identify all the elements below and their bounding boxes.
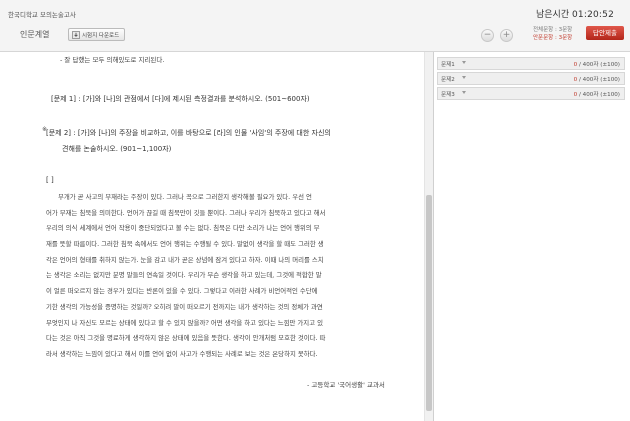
question-2-line: 견해를 논술하시오. (901~1,100자) xyxy=(62,144,172,153)
char-limit: / 400자 (±100) xyxy=(577,62,620,68)
download-label: 시험지 다운로드 xyxy=(82,32,120,39)
app-title: 한국디학교 모의논술고사 xyxy=(8,11,76,19)
passage-line: 이 얼른 떠오르지 않는 경우가 있다는 반론이 있을 수 있다. 그렇다고 이… xyxy=(46,287,318,296)
reference-mark: ※ xyxy=(42,126,48,133)
char-count: 0 / 400자 (±100) xyxy=(574,90,620,98)
dropdown-caret-icon xyxy=(462,91,466,94)
passage-line: 재를 뜻할 따름이다. 그러한 침묵 속에서도 언어 행위는 수행될 수 있다.… xyxy=(46,240,324,249)
exam-category: 인문계열 xyxy=(20,30,50,39)
dropdown-caret-icon xyxy=(462,61,466,64)
char-count: 0 / 400자 (±100) xyxy=(574,75,620,83)
zoom-in-icon[interactable]: + xyxy=(500,29,513,42)
zoom-out-icon[interactable]: − xyxy=(481,29,494,42)
passage-line: 무엇인지 나 자신도 모르는 상태에 있다고 할 수 있지 않을까? 어떤 생각… xyxy=(46,318,323,327)
exam-paper-panel: - 잘 답했는 모두 의해있도로 지리된다. [문제 1] : [가]와 [나]… xyxy=(0,52,434,421)
passage-line: 는 생각은 소리는 없지만 분명 말들의 연속일 것이다. 우리가 무슨 생각을… xyxy=(46,271,322,280)
answer-row-3[interactable]: 문제3 0 / 400자 (±100) xyxy=(437,87,625,100)
total-questions: 전체문항 : 3문항 xyxy=(533,27,573,33)
answer-panel: 문제1 0 / 400자 (±100) 문제2 0 / 400자 (±100) … xyxy=(435,52,630,421)
question-2: ※ [문제 2] : [가]와 [나]의 주장을 비교하고, 이를 바탕으로 [… xyxy=(42,126,416,157)
scrollbar-thumb[interactable] xyxy=(426,195,432,411)
passage-line: 우리의 의식 세계에서 언어 작용이 중단되었다고 볼 수는 없다. 침묵은 다… xyxy=(46,224,320,233)
char-limit: / 400자 (±100) xyxy=(577,92,620,98)
timer: 남은시간 01:20:52 xyxy=(536,7,614,20)
paper-scrollbar[interactable] xyxy=(424,52,433,421)
timer-label: 남은시간 xyxy=(536,10,570,20)
question-1: [문제 1] : [가]와 [나]의 관점에서 [다]에 제시된 측정결과를 분… xyxy=(51,95,310,103)
answer-label: 문제1 xyxy=(441,62,455,68)
answer-label: 문제2 xyxy=(441,77,455,83)
paper-text-fragment: - 잘 답했는 모두 의해있도로 지리된다. xyxy=(60,56,165,64)
passage-line: 어가 부재는 침묵을 의미한다. 언어가 끊길 때 침묵만이 깃들 뿐이다. 그… xyxy=(46,208,326,217)
passage-label: [ ] xyxy=(46,176,54,184)
download-exam-button[interactable]: 시험지 다운로드 xyxy=(68,28,126,41)
dropdown-caret-icon xyxy=(462,76,466,79)
passage-line: 부개가 곧 사고의 부재라는 주장이 있다. 그러나 꼭으로 그러한지 생각해볼… xyxy=(58,193,312,201)
answer-row-2[interactable]: 문제2 0 / 400자 (±100) xyxy=(437,72,625,85)
passage-line: 각은 언어의 형태를 취하지 않는가. 눈을 감고 내가 곧은 상념에 잠겨 있… xyxy=(46,255,324,264)
char-limit: / 400자 (±100) xyxy=(577,77,620,83)
passage-source: - 고등학교 '국어생활' 교과서 xyxy=(307,381,385,389)
download-icon xyxy=(72,30,80,39)
answer-row-1[interactable]: 문제1 0 / 400자 (±100) xyxy=(437,57,625,70)
top-bar: 한국디학교 모의논술고사 인문계열 시험지 다운로드 − + 남은시간 01:2… xyxy=(0,0,630,52)
submit-button[interactable]: 답안제출 xyxy=(586,26,624,40)
passage: 부개가 곧 사고의 부재라는 주장이 있다. 그러나 꼭으로 그러한지 생각해볼… xyxy=(46,190,420,363)
char-count: 0 / 400자 (±100) xyxy=(574,60,620,68)
passage-line: 다는 것은 아직 그것을 명료하게 생각하지 않은 상태에 있음을 뜻한다. 생… xyxy=(46,334,326,343)
unanswered-questions: 안푼문항 : 3문항 xyxy=(533,35,573,41)
passage-line: 기한 생각의 가능성을 증명하는 것일까? 오히려 말이 떠오르기 전까지는 내… xyxy=(46,302,323,311)
question-2-line: [문제 2] : [가]와 [나]의 주장을 비교하고, 이를 바탕으로 [라]… xyxy=(46,129,331,137)
passage-line: 라서 생각하는 느낌이 있다고 해서 이를 언어 없이 사고가 수행되는 사례로… xyxy=(46,349,318,358)
timer-value: 01:20:52 xyxy=(572,10,615,20)
answer-label: 문제3 xyxy=(441,92,455,98)
